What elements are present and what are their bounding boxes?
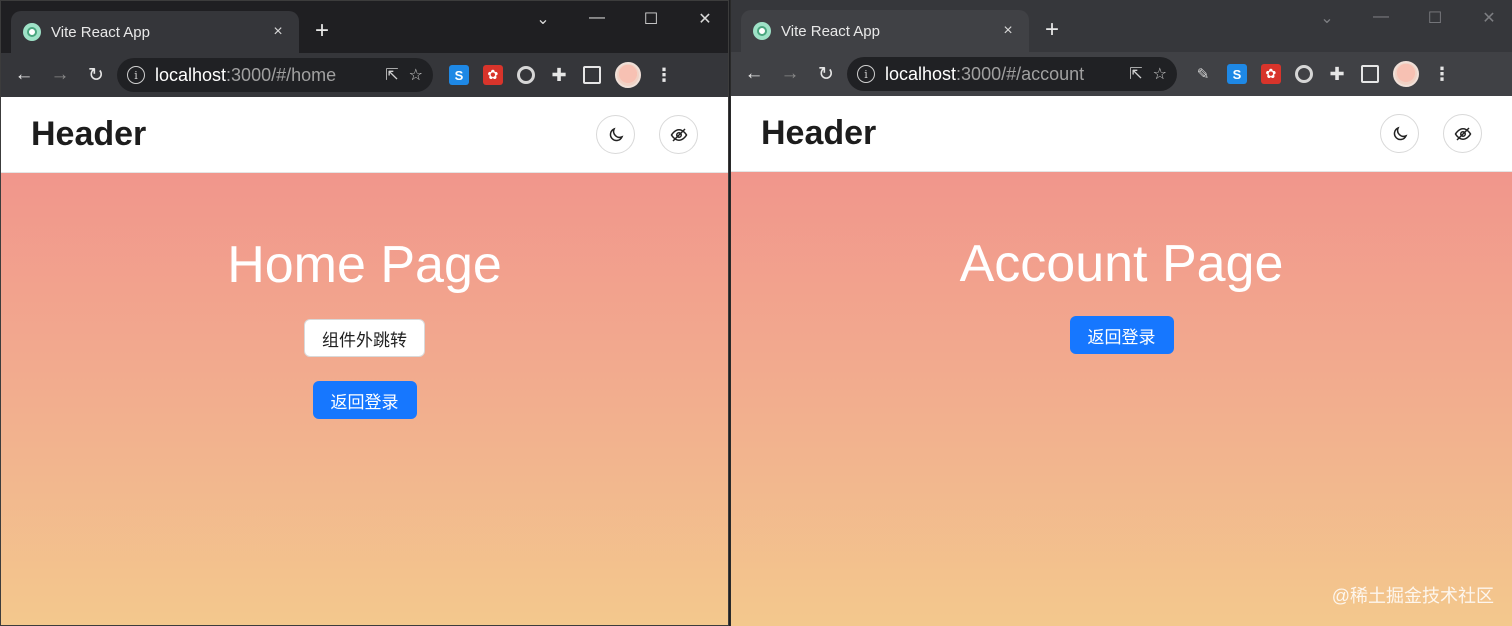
tab-bar: Vite React App × + ⌄ — ☐ ✕ bbox=[1, 1, 728, 53]
app-header: Header bbox=[731, 96, 1512, 172]
header-title: Header bbox=[31, 115, 147, 153]
eye-slash-icon[interactable] bbox=[659, 115, 698, 154]
back-to-login-button[interactable]: 返回登录 bbox=[1069, 316, 1174, 354]
share-icon[interactable]: ⇱ bbox=[1129, 64, 1142, 84]
page: Header Home Page 组件外跳转 返回登录 bbox=[1, 97, 728, 625]
watermark: @稀土掘金技术社区 bbox=[1331, 586, 1494, 606]
tab-search-dropdown-icon[interactable]: ⌄ bbox=[530, 9, 556, 29]
star-icon[interactable]: ☆ bbox=[409, 65, 423, 85]
avatar[interactable] bbox=[1393, 61, 1419, 87]
page-title: Home Page bbox=[227, 236, 502, 294]
eye-slash-icon[interactable] bbox=[1443, 114, 1482, 153]
browser-window-home: Vite React App × + ⌄ — ☐ ✕ ← → ↻ i local… bbox=[0, 0, 729, 626]
tab-vite-react-app[interactable]: Vite React App × bbox=[11, 11, 299, 53]
address-bar[interactable]: i localhost:3000/#/home ⇱ ☆ bbox=[117, 58, 433, 92]
tab-vite-react-app[interactable]: Vite React App × bbox=[741, 10, 1029, 52]
back-icon[interactable]: ← bbox=[739, 59, 769, 89]
url-text[interactable]: localhost:3000/#/account bbox=[885, 64, 1119, 85]
page-title: Account Page bbox=[959, 235, 1284, 293]
header-title: Header bbox=[761, 114, 877, 152]
reload-icon[interactable]: ↻ bbox=[81, 60, 111, 90]
minimize-button[interactable]: — bbox=[584, 9, 610, 29]
puzzle-icon[interactable]: ✚ bbox=[1327, 64, 1347, 84]
browser-toolbar: ← → ↻ i localhost:3000/#/home ⇱ ☆ S ✿ ✚ … bbox=[1, 53, 728, 97]
page-content: Home Page 组件外跳转 返回登录 bbox=[1, 173, 728, 625]
extension-s-icon[interactable]: S bbox=[1227, 64, 1247, 84]
navigate-outside-button[interactable]: 组件外跳转 bbox=[304, 319, 425, 357]
extensions: ✎ S ✿ ✚ ⋮ bbox=[1193, 61, 1451, 87]
back-to-login-button[interactable]: 返回登录 bbox=[312, 381, 417, 419]
app-header: Header bbox=[1, 97, 728, 173]
extension-ring-icon[interactable] bbox=[517, 66, 535, 84]
close-window-button[interactable]: ✕ bbox=[1476, 8, 1502, 28]
tab-close-icon[interactable]: × bbox=[999, 22, 1017, 40]
maximize-button[interactable]: ☐ bbox=[638, 9, 664, 29]
back-icon[interactable]: ← bbox=[9, 60, 39, 90]
star-icon[interactable]: ☆ bbox=[1153, 64, 1167, 84]
puzzle-icon[interactable]: ✚ bbox=[549, 65, 569, 85]
side-panel-icon[interactable] bbox=[583, 66, 601, 84]
tab-close-icon[interactable]: × bbox=[269, 23, 287, 41]
window-controls: ⌄ — ☐ ✕ bbox=[530, 9, 718, 29]
extension-ring-icon[interactable] bbox=[1295, 65, 1313, 83]
window-controls: ⌄ — ☐ ✕ bbox=[1314, 8, 1502, 28]
address-bar[interactable]: i localhost:3000/#/account ⇱ ☆ bbox=[847, 57, 1177, 91]
vite-favicon-icon bbox=[23, 23, 41, 41]
info-icon[interactable]: i bbox=[857, 65, 875, 83]
forward-icon[interactable]: → bbox=[775, 59, 805, 89]
tab-title: Vite React App bbox=[781, 22, 880, 40]
vite-favicon-icon bbox=[753, 22, 771, 40]
url-text[interactable]: localhost:3000/#/home bbox=[155, 65, 375, 86]
new-tab-button[interactable]: + bbox=[315, 19, 329, 43]
menu-icon[interactable]: ⋮ bbox=[655, 65, 673, 86]
minimize-button[interactable]: — bbox=[1368, 8, 1394, 28]
menu-icon[interactable]: ⋮ bbox=[1433, 64, 1451, 85]
maximize-button[interactable]: ☐ bbox=[1422, 8, 1448, 28]
page: Header Account Page 返回登录 bbox=[731, 96, 1512, 626]
forward-icon[interactable]: → bbox=[45, 60, 75, 90]
desktop: Vite React App × + ⌄ — ☐ ✕ ← → ↻ i local… bbox=[0, 0, 1512, 626]
tab-title: Vite React App bbox=[51, 23, 150, 41]
reload-icon[interactable]: ↻ bbox=[811, 59, 841, 89]
tab-search-dropdown-icon[interactable]: ⌄ bbox=[1314, 8, 1340, 28]
side-panel-icon[interactable] bbox=[1361, 65, 1379, 83]
info-icon[interactable]: i bbox=[127, 66, 145, 84]
page-content: Account Page 返回登录 bbox=[731, 172, 1512, 626]
extensions: S ✿ ✚ ⋮ bbox=[449, 62, 673, 88]
tab-bar: Vite React App × + ⌄ — ☐ ✕ bbox=[731, 0, 1512, 52]
extension-red-icon[interactable]: ✿ bbox=[483, 65, 503, 85]
pen-extension-icon[interactable]: ✎ bbox=[1193, 64, 1213, 84]
moon-icon[interactable] bbox=[596, 115, 635, 154]
browser-window-account: Vite React App × + ⌄ — ☐ ✕ ← → ↻ i local… bbox=[730, 0, 1512, 626]
avatar[interactable] bbox=[615, 62, 641, 88]
new-tab-button[interactable]: + bbox=[1045, 18, 1059, 42]
extension-red-icon[interactable]: ✿ bbox=[1261, 64, 1281, 84]
browser-toolbar: ← → ↻ i localhost:3000/#/account ⇱ ☆ ✎ S… bbox=[731, 52, 1512, 96]
close-window-button[interactable]: ✕ bbox=[692, 9, 718, 29]
share-icon[interactable]: ⇱ bbox=[385, 65, 398, 85]
moon-icon[interactable] bbox=[1380, 114, 1419, 153]
extension-s-icon[interactable]: S bbox=[449, 65, 469, 85]
